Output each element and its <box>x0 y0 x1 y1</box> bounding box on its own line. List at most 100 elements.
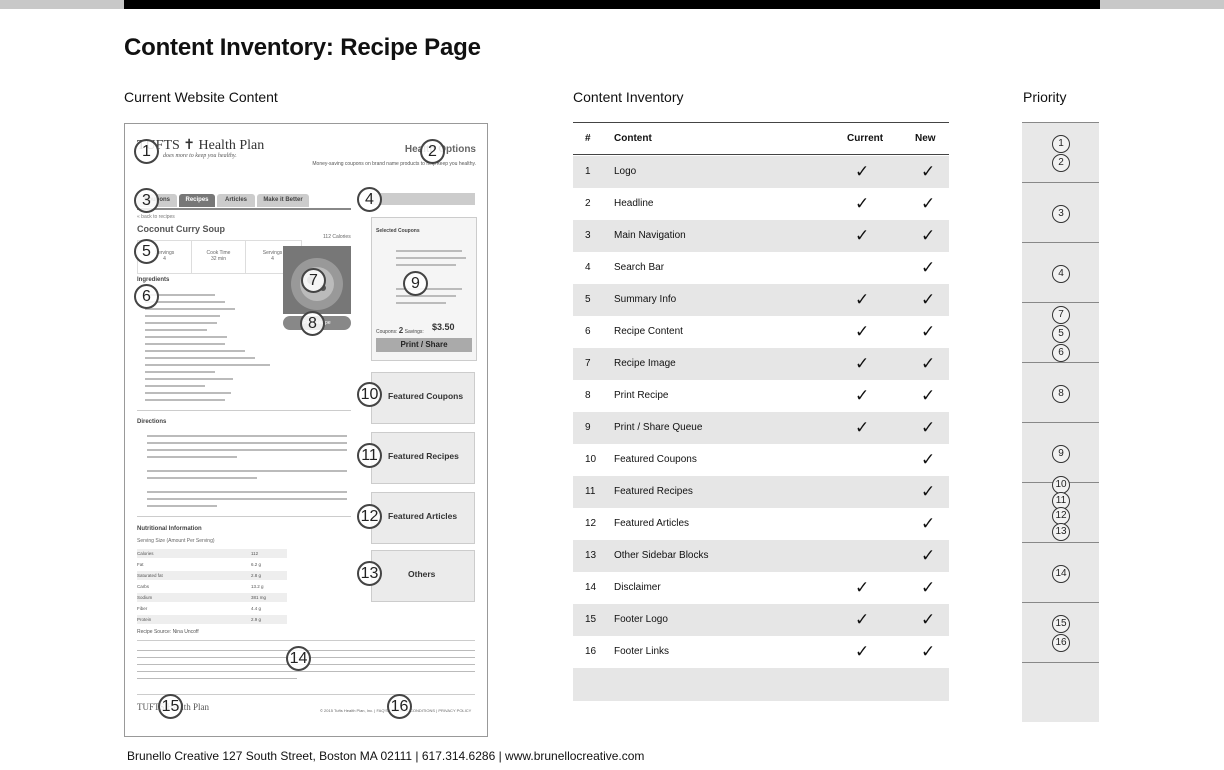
callout-marker: 2 <box>420 139 445 164</box>
row-content: Disclaimer <box>614 582 661 593</box>
text-line <box>147 442 347 444</box>
row-new-check: ✓ <box>921 514 936 533</box>
row-new-check: ✓ <box>921 386 936 405</box>
row-number: 8 <box>585 390 591 401</box>
table-row: 15 Footer Logo ✓ ✓ <box>573 604 949 636</box>
row-content: Featured Articles <box>614 518 690 529</box>
row-number: 3 <box>585 230 591 241</box>
mock-tab-make-it-better[interactable]: Make it Better <box>257 194 309 207</box>
row-number: 9 <box>585 422 591 433</box>
table-row: 12 Featured Articles ✓ <box>573 508 949 540</box>
priority-heading: Priority <box>1023 89 1067 105</box>
callout-marker: 12 <box>357 504 382 529</box>
mock-nutrition-row: Sodium 381 mg <box>137 593 287 602</box>
priority-group <box>1022 662 1099 722</box>
mock-nutrition-row: Carbs 13.2 g <box>137 584 264 589</box>
priority-marker: 16 <box>1052 634 1070 652</box>
mock-tab-articles[interactable]: Articles <box>217 194 255 207</box>
divider <box>137 694 475 695</box>
row-content: Other Sidebar Blocks <box>614 550 709 561</box>
row-current-check: ✓ <box>855 194 870 213</box>
row-current-check: ✓ <box>855 162 870 181</box>
inventory-heading: Content Inventory <box>573 89 684 105</box>
row-number: 14 <box>585 582 597 593</box>
priority-group: 3 <box>1022 182 1099 242</box>
divider <box>137 410 351 411</box>
row-content: Featured Coupons <box>614 454 697 465</box>
mock-other-blocks: Others <box>371 550 475 602</box>
divider <box>137 516 351 517</box>
callout-marker: 5 <box>134 239 159 264</box>
row-current-check: ✓ <box>855 610 870 629</box>
mock-main-navigation: Coupons Recipes Articles Make it Better <box>137 194 351 210</box>
row-content: Main Navigation <box>614 230 686 241</box>
priority-marker: 13 <box>1052 522 1070 541</box>
row-content: Logo <box>614 166 637 177</box>
callout-marker: 6 <box>134 284 159 309</box>
current-content-heading: Current Website Content <box>124 89 278 105</box>
top-bar-accent <box>124 0 1100 9</box>
row-number: 13 <box>585 550 597 561</box>
text-line <box>145 399 225 401</box>
column-header-current: Current <box>847 133 884 144</box>
mock-summary-info: Servings 4 Cook Time 32 min Servings 4 <box>137 240 302 274</box>
callout-marker: 7 <box>301 268 326 293</box>
row-number: 7 <box>585 358 591 369</box>
text-line <box>396 257 466 259</box>
callout-marker: 10 <box>357 382 382 407</box>
callout-marker: 8 <box>300 311 325 336</box>
row-new-check: ✓ <box>921 418 936 437</box>
row-number: 15 <box>585 614 597 625</box>
row-content: Recipe Image <box>614 358 676 369</box>
mock-coupons-count: Coupons: 2 Savings: <box>376 326 424 335</box>
row-current-check: ✓ <box>855 354 870 373</box>
column-header-new: New <box>915 133 936 144</box>
table-row: 5 Summary Info ✓ ✓ <box>573 284 949 316</box>
mock-nutrition-row: Fat 6.2 g <box>137 562 262 567</box>
row-new-check: ✓ <box>921 578 936 597</box>
mock-summary-cell: Cook Time 32 min <box>192 241 246 273</box>
text-line <box>145 357 255 359</box>
table-row: 14 Disclaimer ✓ ✓ <box>573 572 949 604</box>
row-new-check: ✓ <box>921 450 936 469</box>
mock-search-bar[interactable] <box>371 193 475 205</box>
priority-marker: 3 <box>1052 204 1070 223</box>
text-line <box>145 385 205 387</box>
page-title: Content Inventory: Recipe Page <box>124 34 481 61</box>
priority-marker: 2 <box>1052 154 1070 172</box>
priority-group: 4 <box>1022 242 1099 302</box>
table-row: 11 Featured Recipes ✓ <box>573 476 949 508</box>
priority-marker: 1 <box>1052 135 1070 153</box>
disclaimer-line <box>137 671 475 672</box>
row-number: 11 <box>585 486 596 497</box>
row-content: Recipe Content <box>614 326 683 337</box>
page-footer: Brunello Creative 127 South Street, Bost… <box>127 749 645 763</box>
text-line <box>396 250 462 252</box>
table-row: 16 Footer Links ✓ ✓ <box>573 636 949 668</box>
callout-marker: 14 <box>286 646 311 671</box>
mock-nutrition-row: Calories 112 <box>137 549 287 558</box>
mock-print-share-button[interactable]: Print / Share <box>376 338 472 352</box>
mock-nutrition-row: Protein 2.9 g <box>137 615 287 624</box>
priority-marker: 9 <box>1052 444 1070 463</box>
text-line <box>145 315 220 317</box>
callout-marker: 11 <box>357 443 382 468</box>
divider <box>137 640 475 641</box>
priority-marker: 4 <box>1052 264 1070 283</box>
mock-tab-recipes[interactable]: Recipes <box>179 194 215 207</box>
column-header-number: # <box>585 133 591 144</box>
mock-back-link[interactable]: « back to recipes <box>137 214 175 220</box>
callout-marker: 1 <box>134 139 159 164</box>
row-new-check: ✓ <box>921 194 936 213</box>
column-header-content: Content <box>614 133 652 144</box>
row-new-check: ✓ <box>921 258 936 277</box>
callout-marker: 16 <box>387 694 412 719</box>
callout-marker: 9 <box>403 271 428 296</box>
priority-marker: 7 <box>1052 305 1070 324</box>
row-new-check: ✓ <box>921 642 936 661</box>
row-current-check: ✓ <box>855 418 870 437</box>
row-content: Footer Logo <box>614 614 668 625</box>
row-content: Featured Recipes <box>614 486 693 497</box>
priority-group: 14 <box>1022 542 1099 602</box>
mock-logo-tagline: does more to keep you healthy. <box>163 153 237 159</box>
